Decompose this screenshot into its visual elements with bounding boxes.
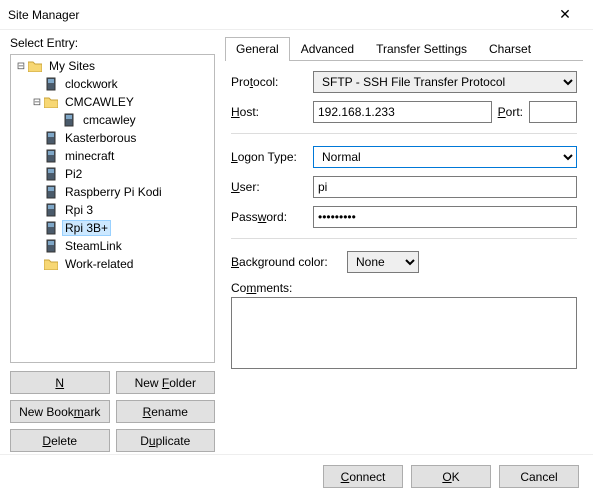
server-icon <box>43 149 59 163</box>
separator <box>231 238 577 239</box>
tree-item[interactable]: Rpi 3B+ <box>11 219 214 237</box>
tab-general[interactable]: General <box>225 37 290 61</box>
tree-item-label: SteamLink <box>63 239 124 253</box>
left-pane: Select Entry: ⊟ My Sites clockwork ⊟ CMCAW… <box>10 36 215 452</box>
tree-item[interactable]: clockwork <box>11 75 214 93</box>
tree-root[interactable]: ⊟ My Sites <box>11 57 214 75</box>
tree-item[interactable]: SteamLink <box>11 237 214 255</box>
folder-icon <box>43 95 59 109</box>
tree-item-label: Rpi 3 <box>63 203 95 217</box>
tree-item[interactable]: Kasterborous <box>11 129 214 147</box>
tree-item[interactable]: Work-related <box>11 255 214 273</box>
tab-bar: General Advanced Transfer Settings Chars… <box>225 36 583 61</box>
rename-button[interactable]: Rename <box>116 400 216 423</box>
duplicate-button[interactable]: Duplicate <box>116 429 216 452</box>
ok-button[interactable]: OK <box>411 465 491 488</box>
server-icon <box>43 167 59 181</box>
tree-item[interactable]: Rpi 3 <box>11 201 214 219</box>
new-bookmark-button[interactable]: New Bookmark <box>10 400 110 423</box>
server-icon <box>43 239 59 253</box>
bgcolor-select[interactable]: None <box>347 251 419 273</box>
tree-item[interactable]: ⊟ CMCAWLEY <box>11 93 214 111</box>
collapse-icon[interactable]: ⊟ <box>15 61 27 72</box>
user-input[interactable] <box>313 176 577 198</box>
server-icon <box>43 185 59 199</box>
tree-item-label: Pi2 <box>63 167 84 181</box>
tree-item[interactable]: Pi2 <box>11 165 214 183</box>
password-label: Password: <box>231 210 307 224</box>
tree-item-label: Kasterborous <box>63 131 138 145</box>
site-tree[interactable]: ⊟ My Sites clockwork ⊟ CMCAWLEY cmcawley Kas… <box>10 54 215 363</box>
server-icon <box>43 203 59 217</box>
user-label: User: <box>231 180 307 194</box>
tree-item-label: Rpi 3B+ <box>63 221 110 235</box>
cancel-button[interactable]: Cancel <box>499 465 579 488</box>
logon-type-select[interactable]: Normal <box>313 146 577 168</box>
port-label: Port: <box>498 105 523 119</box>
connect-button[interactable]: Connect <box>323 465 403 488</box>
tree-item-label: CMCAWLEY <box>63 95 136 109</box>
port-input[interactable] <box>529 101 577 123</box>
server-icon <box>43 131 59 145</box>
tab-charset[interactable]: Charset <box>478 37 542 61</box>
server-icon <box>43 221 59 235</box>
tree-item-label: clockwork <box>63 77 120 91</box>
collapse-icon[interactable]: ⊟ <box>31 97 43 108</box>
server-icon <box>43 77 59 91</box>
password-input[interactable] <box>313 206 577 228</box>
protocol-select[interactable]: SFTP - SSH File Transfer Protocol <box>313 71 577 93</box>
comments-textarea[interactable] <box>231 297 577 369</box>
new-folder-button[interactable]: New Folder <box>116 371 216 394</box>
tree-item[interactable]: cmcawley <box>11 111 214 129</box>
tree-item-label: Work-related <box>63 257 135 271</box>
tab-transfer-settings[interactable]: Transfer Settings <box>365 37 478 61</box>
tree-item-label: cmcawley <box>81 113 138 127</box>
logon-type-label: Logon Type: <box>231 150 307 164</box>
titlebar: Site Manager ✕ <box>0 0 593 30</box>
delete-button[interactable]: Delete <box>10 429 110 452</box>
tree-item-label: Raspberry Pi Kodi <box>63 185 164 199</box>
tree-item[interactable]: Raspberry Pi Kodi <box>11 183 214 201</box>
close-icon[interactable]: ✕ <box>545 6 585 23</box>
protocol-label: Protocol: <box>231 75 307 89</box>
dialog-footer: Connect OK Cancel <box>0 454 593 500</box>
host-input[interactable] <box>313 101 492 123</box>
tree-item-label: minecraft <box>63 149 116 163</box>
host-label: Host: <box>231 105 307 119</box>
tree-root-label: My Sites <box>47 59 97 73</box>
server-icon <box>61 113 77 127</box>
window-title: Site Manager <box>8 8 545 22</box>
separator <box>231 133 577 134</box>
comments-label: Comments: <box>231 281 307 295</box>
new-site-button[interactable]: N <box>10 371 110 394</box>
tree-item[interactable]: minecraft <box>11 147 214 165</box>
folder-icon <box>27 59 43 73</box>
folder-icon <box>43 257 59 271</box>
general-panel: Protocol: SFTP - SSH File Transfer Proto… <box>225 61 583 452</box>
right-pane: General Advanced Transfer Settings Chars… <box>225 36 583 452</box>
tab-advanced[interactable]: Advanced <box>290 37 365 61</box>
select-entry-label: Select Entry: <box>10 36 215 50</box>
bgcolor-label: Background color: <box>231 255 341 269</box>
